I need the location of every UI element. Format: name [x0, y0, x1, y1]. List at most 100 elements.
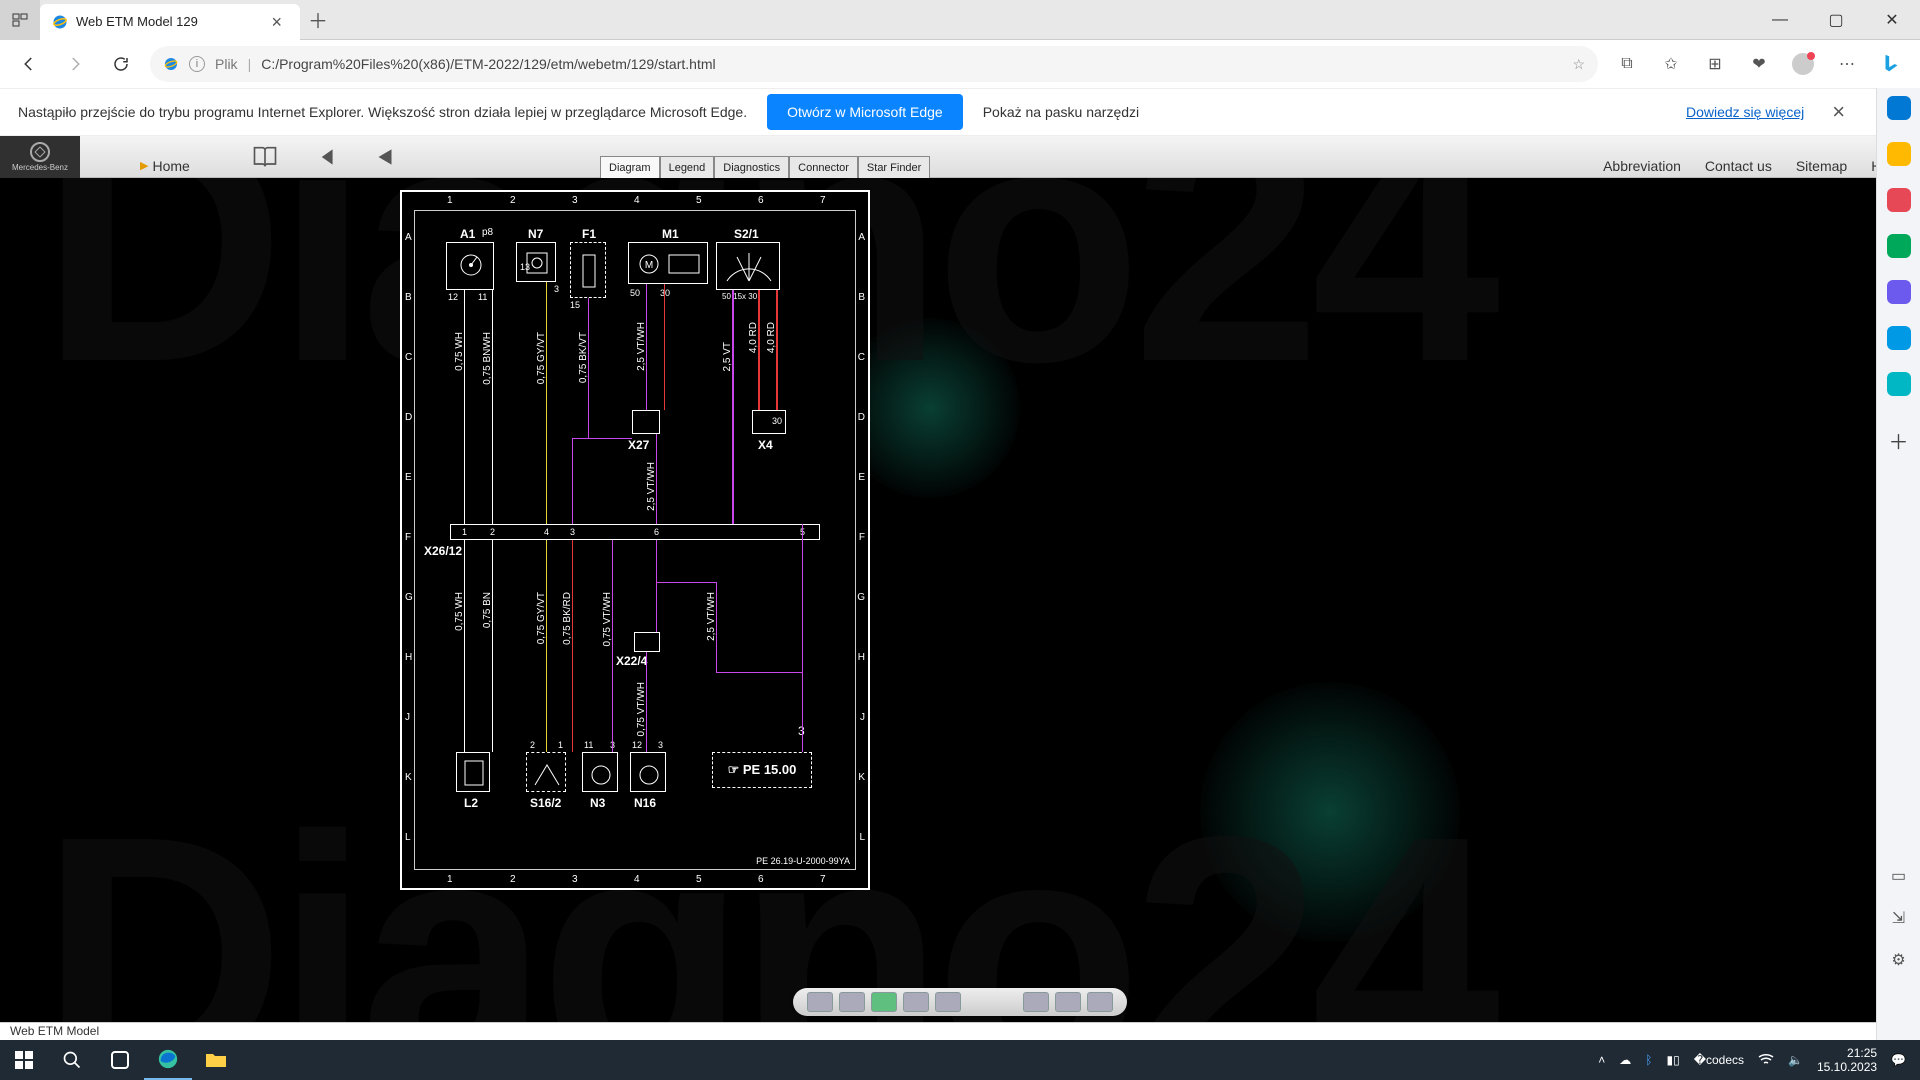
tool-prev[interactable] — [1055, 992, 1081, 1012]
grid-row: J — [405, 712, 410, 723]
favorites-icon[interactable]: ✩ — [1654, 47, 1688, 81]
learn-more-link[interactable]: Dowiedz się więcej — [1686, 104, 1804, 120]
sidebar-games-icon[interactable] — [1887, 234, 1911, 258]
grid-row: C — [858, 352, 865, 363]
book-icon[interactable] — [250, 142, 280, 172]
tray-wifi-icon[interactable] — [1758, 1052, 1774, 1069]
component-m1[interactable]: M — [628, 242, 708, 284]
refresh-button[interactable] — [104, 47, 138, 81]
diagram-viewport[interactable]: Diagno24 Diagno24 1 2 3 4 5 6 7 1 2 3 4 … — [0, 178, 1920, 1022]
clock-date: 15.10.2023 — [1817, 1060, 1877, 1074]
tray-notifications-icon[interactable]: 💬 — [1891, 1053, 1906, 1067]
component-label-n7: N7 — [528, 227, 543, 241]
mercedes-logo[interactable]: Mercedes-Benz — [0, 136, 80, 178]
forward-button[interactable] — [58, 47, 92, 81]
prev-page-icon[interactable] — [370, 142, 400, 172]
task-view-button[interactable] — [96, 1040, 144, 1080]
close-window-button[interactable]: ✕ — [1864, 0, 1920, 40]
reading-list-icon[interactable]: ⧉ — [1610, 47, 1644, 81]
tab-connector[interactable]: Connector — [789, 156, 858, 178]
new-tab-button[interactable]: ＋ — [300, 2, 336, 38]
wire — [464, 290, 465, 524]
tab-diagnostics[interactable]: Diagnostics — [714, 156, 789, 178]
connector-x224[interactable] — [634, 632, 660, 652]
grid-col: 2 — [510, 874, 516, 885]
sidebar-add-button[interactable]: ＋ — [1889, 426, 1909, 455]
sidebar-settings-icon[interactable]: ⚙ — [1891, 950, 1905, 970]
sidebar-share-icon[interactable]: ⇲ — [1892, 908, 1905, 928]
open-in-edge-button[interactable]: Otwórz w Microsoft Edge — [767, 94, 963, 130]
tool-zoom[interactable] — [871, 992, 897, 1012]
tool-info[interactable] — [935, 992, 961, 1012]
component-n16[interactable] — [630, 752, 666, 792]
tab-close-button[interactable]: × — [265, 13, 288, 31]
wiring-schematic[interactable]: 1 2 3 4 5 6 7 1 2 3 4 5 6 7 A A B B C C … — [400, 190, 870, 890]
tool-hand[interactable] — [839, 992, 865, 1012]
pin: 1 — [462, 527, 467, 537]
component-n3[interactable] — [582, 752, 618, 792]
address-bar[interactable]: i Plik | C:/Program%20Files%20(x86)/ETM-… — [150, 46, 1598, 82]
taskbar-app-explorer[interactable] — [192, 1040, 240, 1080]
tray-chevron-up-icon[interactable]: ˄ — [1598, 1053, 1605, 1067]
component-a1[interactable] — [446, 242, 494, 290]
show-on-toolbar-link[interactable]: Pokaż na pasku narzędzi — [983, 104, 1139, 120]
link-contact[interactable]: Contact us — [1705, 158, 1772, 174]
first-page-icon[interactable] — [310, 142, 340, 172]
sidebar-search-icon[interactable] — [1887, 96, 1911, 120]
grid-col: 4 — [634, 874, 640, 885]
component-f1[interactable] — [570, 242, 606, 298]
tool-fit[interactable] — [903, 992, 929, 1012]
connector-x27[interactable] — [632, 410, 660, 434]
sidebar-shopping-icon[interactable] — [1887, 142, 1911, 166]
minimize-button[interactable]: — — [1752, 0, 1808, 40]
profile-icon[interactable] — [1786, 47, 1820, 81]
infobar-close-button[interactable]: × — [1824, 99, 1853, 125]
tray-bluetooth-icon[interactable]: ᛒ — [1645, 1053, 1652, 1067]
tab-legend[interactable]: Legend — [660, 156, 715, 178]
menu-button[interactable]: ⋯ — [1830, 47, 1864, 81]
sidebar-collapse-icon[interactable]: ▭ — [1891, 866, 1906, 886]
wire-label: 0,75 VT/WH — [602, 592, 613, 646]
pe-reference-box[interactable]: ☞ PE 15.00 — [712, 752, 812, 788]
sidebar-drop-icon[interactable] — [1887, 372, 1911, 396]
home-link[interactable]: Home — [140, 140, 190, 174]
sidebar-outlook-icon[interactable] — [1887, 326, 1911, 350]
bing-chat-button[interactable] — [1874, 47, 1908, 81]
tray-volume-icon[interactable]: 🔈 — [1788, 1053, 1803, 1067]
component-l2[interactable] — [456, 752, 490, 792]
taskbar-app-edge[interactable] — [144, 1040, 192, 1080]
tab-diagram[interactable]: Diagram — [600, 156, 660, 178]
component-s162[interactable] — [526, 752, 566, 792]
favorite-star-icon[interactable]: ☆ — [1572, 56, 1585, 73]
tab-star-finder[interactable]: Star Finder — [858, 156, 930, 178]
link-sitemap[interactable]: Sitemap — [1796, 158, 1847, 174]
link-abbreviation[interactable]: Abbreviation — [1603, 158, 1681, 174]
wire-label: 2,5 VT/WH — [706, 592, 717, 641]
browser-tab[interactable]: Web ETM Model 129 × — [40, 4, 300, 40]
tab-actions-button[interactable] — [0, 0, 40, 40]
maximize-button[interactable]: ▢ — [1808, 0, 1864, 40]
tool-select[interactable] — [807, 992, 833, 1012]
sidebar-office-icon[interactable] — [1887, 280, 1911, 304]
wire — [656, 582, 716, 583]
tray-onedrive-icon[interactable]: ☁ — [1619, 1053, 1631, 1067]
tray-battery-icon[interactable]: ▮▯ — [1666, 1053, 1679, 1067]
browser-toolbar: i Plik | C:/Program%20Files%20(x86)/ETM-… — [0, 40, 1920, 88]
tool-next[interactable] — [1087, 992, 1113, 1012]
grid-col: 3 — [572, 874, 578, 885]
bus-x26-12[interactable] — [450, 524, 820, 540]
component-label-x27: X27 — [628, 438, 649, 452]
tray-wifi-icon[interactable]: �codecs — [1694, 1053, 1744, 1067]
component-s21[interactable] — [716, 242, 780, 290]
search-button[interactable] — [48, 1040, 96, 1080]
back-button[interactable] — [12, 47, 46, 81]
sidebar-tools-icon[interactable] — [1887, 188, 1911, 212]
extensions-icon[interactable]: ❤︎ — [1742, 47, 1776, 81]
pin: 3 — [554, 284, 559, 294]
start-button[interactable] — [0, 1040, 48, 1080]
wire — [546, 282, 547, 524]
tool-print[interactable] — [1023, 992, 1049, 1012]
tray-clock[interactable]: 21:25 15.10.2023 — [1817, 1046, 1877, 1075]
collections-icon[interactable]: ⊞ — [1698, 47, 1732, 81]
star-icon — [30, 142, 50, 162]
